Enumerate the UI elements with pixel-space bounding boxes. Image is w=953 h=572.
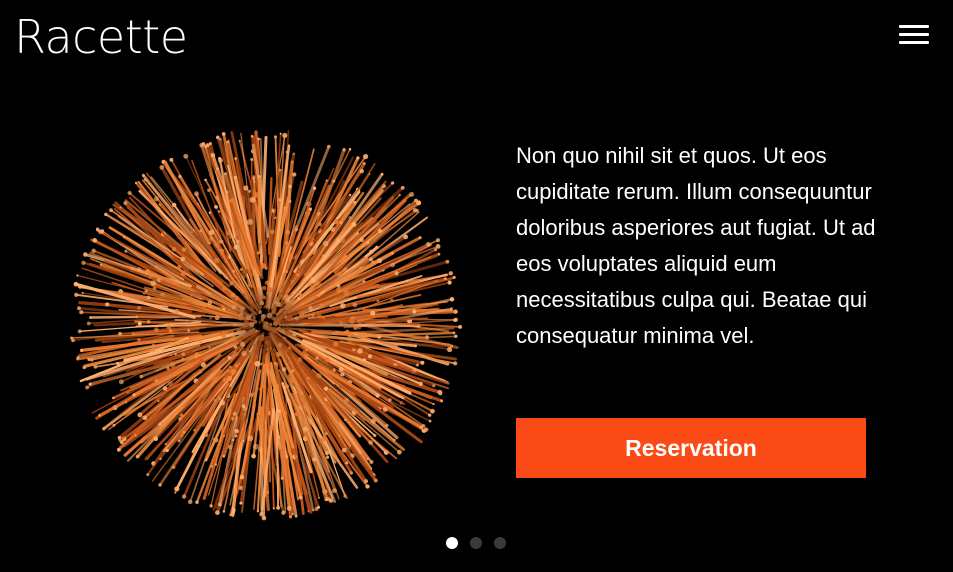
slider-dot[interactable] <box>470 537 482 549</box>
menu-line <box>899 33 929 36</box>
hero-description: Non quo nihil sit et quos. Ut eos cupidi… <box>516 143 876 348</box>
menu-line <box>899 25 929 28</box>
slider-dot[interactable] <box>494 537 506 549</box>
slider-dot[interactable] <box>446 537 458 549</box>
hamburger-menu-icon[interactable] <box>899 24 931 48</box>
menu-line <box>899 41 929 44</box>
reservation-button[interactable]: Reservation <box>516 418 866 478</box>
pasta-burst-image <box>70 129 463 521</box>
slider-pagination <box>446 537 506 549</box>
site-logo[interactable]: Racette <box>14 8 188 66</box>
